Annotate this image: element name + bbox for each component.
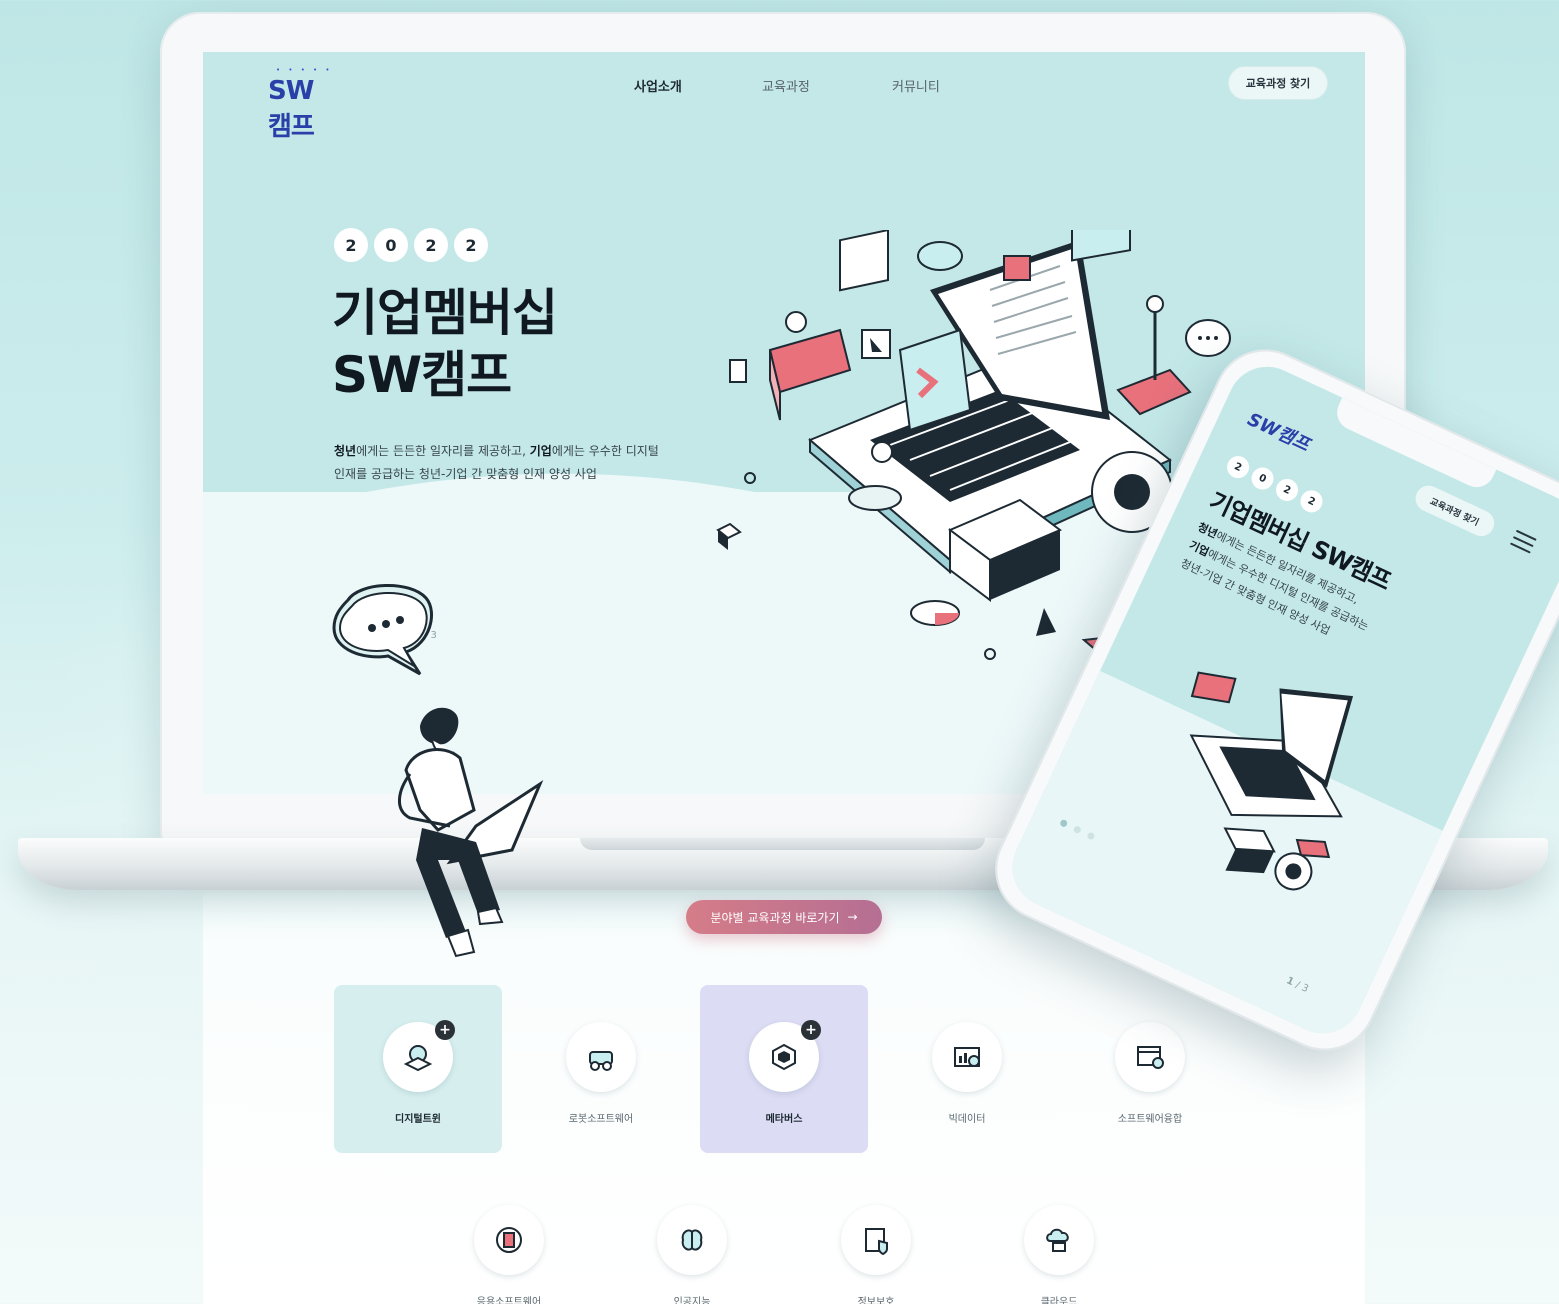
application-icon	[474, 1205, 544, 1275]
year-digit: 0	[374, 228, 408, 262]
phone-find-course-button[interactable]: 교육과정 찾기	[1411, 481, 1499, 541]
man-with-laptop-illustration	[398, 707, 544, 958]
ai-brain-icon	[657, 1205, 727, 1275]
laptop-hinge	[580, 838, 985, 850]
arrow-right-icon: →	[847, 910, 858, 924]
course-by-field-button[interactable]: 분야별 교육과정 바로가기 →	[686, 900, 882, 934]
nav-business-intro[interactable]: 사업소개	[634, 76, 682, 95]
category-label: 빅데이터	[948, 1114, 986, 1125]
category-label: 로봇소프트웨어	[568, 1114, 634, 1125]
hero-title-line2: SW캠프	[332, 346, 512, 404]
hero-title-line1: 기업멤버십	[332, 284, 558, 342]
logo-text: SW캠프	[268, 76, 315, 142]
year-digit: 2	[454, 228, 488, 262]
plus-icon[interactable]: +	[435, 1020, 455, 1040]
category-label: 디지털트윈	[395, 1114, 441, 1125]
year-badge: 2 0 2 2	[334, 228, 488, 262]
category-security[interactable]: 정보보호	[806, 1205, 946, 1304]
cta-label: 분야별 교육과정 바로가기	[710, 910, 840, 925]
hero-desc-line1: 청년에게는 든든한 일자리를 제공하고, 기업에게는 우수한 디지털	[334, 444, 659, 458]
year-digit: 2	[334, 228, 368, 262]
sw-camp-logo[interactable]: • • • • • SW캠프	[240, 62, 336, 142]
hero-title: 기업멤버십 SW캠프	[332, 282, 558, 406]
category-bigdata[interactable]: 빅데이터	[897, 1022, 1037, 1125]
year-digit: 2	[414, 228, 448, 262]
speech-bubble-illustration	[332, 584, 433, 676]
phone-logo[interactable]: SW캠프	[1244, 405, 1315, 456]
category-label: 응용소프트웨어	[476, 1297, 542, 1304]
category-label: 인공지능	[673, 1297, 711, 1304]
hero-description: 청년에게는 든든한 일자리를 제공하고, 기업에게는 우수한 디지털 인재를 공…	[334, 440, 659, 486]
category-robot-software[interactable]: 로봇소프트웨어	[531, 1022, 671, 1125]
logo-dots: • • • • •	[276, 66, 333, 74]
category-label: 소프트웨어융합	[1117, 1114, 1183, 1125]
hero-desc-line2: 인재를 공급하는 청년-기업 간 맞춤형 인재 양성 사업	[334, 467, 597, 481]
bigdata-icon	[932, 1022, 1002, 1092]
nav-community[interactable]: 커뮤니티	[892, 76, 940, 95]
year-digit: 2	[1272, 475, 1302, 505]
metaverse-icon: +	[749, 1020, 821, 1092]
find-course-button[interactable]: 교육과정 찾기	[1228, 66, 1328, 100]
security-icon	[841, 1205, 911, 1275]
category-label: 메타버스	[765, 1114, 803, 1125]
category-label: 클라우드	[1040, 1297, 1078, 1304]
category-software-convergence[interactable]: 소프트웨어융합	[1080, 1022, 1220, 1125]
category-cloud[interactable]: 클라우드	[989, 1205, 1129, 1304]
robot-icon	[566, 1022, 636, 1092]
year-digit: 0	[1247, 463, 1278, 494]
nav-courses[interactable]: 교육과정	[762, 76, 810, 95]
software-convergence-icon	[1115, 1022, 1185, 1092]
category-metaverse[interactable]: + 메타버스	[714, 1020, 854, 1125]
cloud-icon	[1024, 1205, 1094, 1275]
category-digital-twin[interactable]: + 디지털트윈	[348, 1020, 488, 1125]
plus-icon[interactable]: +	[801, 1020, 821, 1040]
hamburger-menu-icon[interactable]	[1508, 529, 1537, 558]
digital-twin-icon: +	[383, 1020, 455, 1092]
category-label: 정보보호	[857, 1297, 895, 1304]
category-ai[interactable]: 인공지능	[622, 1205, 762, 1304]
year-digit: 2	[1223, 452, 1253, 482]
year-digit: 2	[1296, 486, 1327, 516]
category-application-software[interactable]: 응용소프트웨어	[439, 1205, 579, 1304]
